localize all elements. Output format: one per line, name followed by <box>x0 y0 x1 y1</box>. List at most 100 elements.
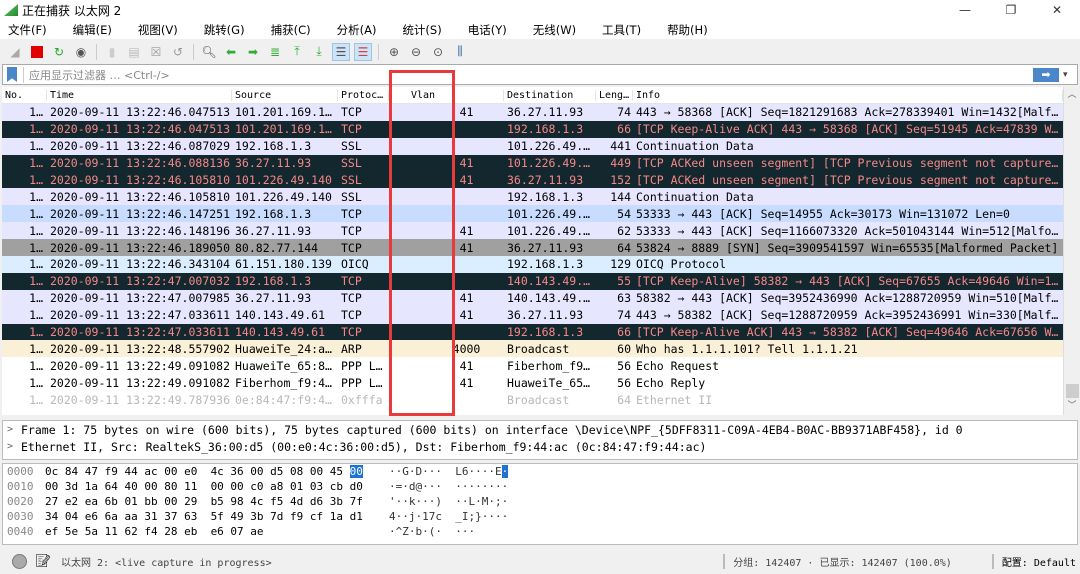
menu-analyze[interactable]: 分析(A) <box>337 22 377 38</box>
go-forward-icon[interactable]: ➡ <box>244 43 262 61</box>
zoom-out-icon[interactable]: ⊖ <box>407 43 425 61</box>
packet-row[interactable]: 1…2020-09-11 13:22:47.007032192.168.1.3T… <box>2 273 1063 290</box>
cell-protocol: OICQ <box>338 257 389 271</box>
hex-bytes[interactable]: 00 3d 1a 64 40 00 80 11 00 00 c0 a8 01 0… <box>41 480 389 493</box>
go-to-packet-icon[interactable]: ≣ <box>266 43 284 61</box>
packet-row[interactable]: 1…2020-09-11 13:22:48.557902HuaweiTe_24:… <box>2 340 1063 357</box>
packet-row[interactable]: 1…2020-09-11 13:22:46.34310461.151.180.1… <box>2 256 1063 273</box>
go-back-icon[interactable]: ⬅ <box>222 43 240 61</box>
expert-info-icon[interactable] <box>12 554 27 569</box>
packet-row[interactable]: 1…2020-09-11 13:22:49.7879360e:84:47:f9:… <box>2 391 1063 408</box>
column-header-destination[interactable]: Destination <box>504 90 596 101</box>
capture-comment-icon[interactable]: 📝︎ <box>35 554 49 568</box>
autoscroll-icon[interactable]: ☰ <box>332 43 350 61</box>
column-header-time[interactable]: Time <box>47 90 232 101</box>
menu-telephony[interactable]: 电话(Y) <box>468 22 507 38</box>
column-header-protocol[interactable]: Protocol <box>338 90 389 101</box>
hex-bytes[interactable]: 0c 84 47 f9 44 ac 00 e0 4c 36 00 d5 08 0… <box>41 465 389 478</box>
expand-caret-icon[interactable]: > <box>7 424 21 435</box>
packet-row[interactable]: 1…2020-09-11 13:22:47.033611140.143.49.6… <box>2 307 1063 324</box>
cell-info: Echo Reply <box>633 376 1063 390</box>
selected-ascii[interactable]: · <box>502 465 509 478</box>
menu-view[interactable]: 视图(V) <box>138 22 178 38</box>
menu-help[interactable]: 帮助(H) <box>667 22 708 38</box>
minimize-button[interactable]: — <box>942 0 988 20</box>
scroll-up-icon[interactable]: ︿ <box>1064 87 1080 104</box>
stop-capture-icon[interactable] <box>28 43 46 61</box>
restart-capture-icon[interactable]: ↻ <box>50 43 68 61</box>
packet-row[interactable]: 1…2020-09-11 13:22:46.047513101.201.169.… <box>2 104 1063 121</box>
capture-options-icon[interactable]: ◉ <box>72 43 90 61</box>
menu-tools[interactable]: 工具(T) <box>602 22 641 38</box>
profile-selector[interactable]: 配置: Default <box>992 554 1080 569</box>
packet-row[interactable]: 1…2020-09-11 13:22:46.147251192.168.1.3T… <box>2 205 1063 222</box>
resize-columns-icon[interactable]: ⫼ <box>451 43 469 61</box>
packet-details-pane: >Frame 1: 75 bytes on wire (600 bits), 7… <box>2 420 1078 460</box>
apply-filter-button[interactable]: ➡ <box>1033 68 1059 82</box>
packet-row[interactable]: 1…2020-09-11 13:22:46.105810101.226.49.1… <box>2 188 1063 205</box>
cell-length: 129 <box>596 257 633 271</box>
menu-file[interactable]: 文件(F) <box>8 22 47 38</box>
ascii-bytes[interactable]: ··G·D··· L6····E· <box>389 465 508 478</box>
packet-list-scrollbar[interactable]: ︿ ﹀ <box>1063 87 1080 415</box>
cell-destination: 36.27.11.93 <box>504 308 596 322</box>
cell-source: 36.27.11.93 <box>232 224 338 238</box>
display-filter-input[interactable]: 应用显示过滤器 … <Ctrl-/> <box>23 67 1033 83</box>
close-file-icon[interactable]: ☒ <box>147 43 165 61</box>
ascii-bytes[interactable]: '··k···) ··L·M·;· <box>389 495 508 508</box>
detail-ethernet[interactable]: >Ethernet II, Src: RealtekS_36:00:d5 (00… <box>3 438 1077 455</box>
hex-bytes[interactable]: 34 04 e6 6a aa 31 37 63 5f 49 3b 7d f9 c… <box>41 510 389 523</box>
filter-history-dropdown[interactable]: ▾ <box>1063 70 1077 80</box>
column-header-info[interactable]: Info <box>633 90 1063 101</box>
cell-time: 2020-09-11 13:22:47.007032 <box>47 274 232 288</box>
zoom-in-icon[interactable]: ⊕ <box>385 43 403 61</box>
packet-row[interactable]: 1…2020-09-11 13:22:47.00798536.27.11.93T… <box>2 290 1063 307</box>
packet-row[interactable]: 1…2020-09-11 13:22:46.08813636.27.11.93S… <box>2 155 1063 172</box>
scrollbar-thumb[interactable] <box>1066 384 1079 398</box>
menu-capture[interactable]: 捕获(C) <box>271 22 311 38</box>
column-header-length[interactable]: Length <box>596 90 633 101</box>
menu-wireless[interactable]: 无线(W) <box>533 22 576 38</box>
reload-file-icon[interactable]: ↺ <box>169 43 187 61</box>
shark-fin-start-icon[interactable]: ◢ <box>6 43 24 61</box>
packet-row[interactable]: 1…2020-09-11 13:22:47.033611140.143.49.6… <box>2 324 1063 341</box>
packet-row[interactable]: 1…2020-09-11 13:22:46.14819636.27.11.93T… <box>2 222 1063 239</box>
expand-caret-icon[interactable]: > <box>7 441 21 452</box>
packet-row[interactable]: 1…2020-09-11 13:22:46.047513101.201.169.… <box>2 121 1063 138</box>
ascii-bytes[interactable]: ·^Z·b·(· ··· <box>389 525 475 538</box>
detail-frame[interactable]: >Frame 1: 75 bytes on wire (600 bits), 7… <box>3 421 1077 438</box>
cell-destination: Fiberhom_f9… <box>504 359 596 373</box>
cell-source: 101.226.49.140 <box>232 173 338 187</box>
hex-bytes[interactable]: 27 e2 ea 6b 01 bb 00 29 b5 98 4c f5 4d d… <box>41 495 389 508</box>
first-packet-icon[interactable]: ⤒ <box>288 43 306 61</box>
menu-edit[interactable]: 编辑(E) <box>73 22 112 38</box>
bookmark-icon[interactable] <box>7 67 17 82</box>
find-packet-icon[interactable]: 🔍︎ <box>200 43 218 61</box>
column-header-no[interactable]: No. <box>2 90 47 101</box>
cell-source: Fiberhom_f9:4… <box>232 376 338 390</box>
ascii-bytes[interactable]: ·=·d@··· ········ <box>389 480 508 493</box>
save-file-icon[interactable]: ▤ <box>125 43 143 61</box>
scroll-down-icon[interactable]: ﹀ <box>1064 398 1080 415</box>
maximize-button[interactable]: ❐ <box>988 0 1034 20</box>
byte-offset: 0040 <box>3 525 41 538</box>
packet-row[interactable]: 1…2020-09-11 13:22:46.087029192.168.1.3S… <box>2 138 1063 155</box>
colorize-icon[interactable]: ☰ <box>354 43 372 61</box>
zoom-reset-icon[interactable]: ⊙ <box>429 43 447 61</box>
open-file-icon[interactable]: ▮ <box>103 43 121 61</box>
packet-row[interactable]: 1…2020-09-11 13:22:46.105810101.226.49.1… <box>2 172 1063 189</box>
ascii-bytes[interactable]: 4··j·17c _I;}···· <box>389 510 508 523</box>
column-header-source[interactable]: Source <box>232 90 338 101</box>
packet-row[interactable]: 1…2020-09-11 13:22:49.091082Fiberhom_f9:… <box>2 374 1063 391</box>
last-packet-icon[interactable]: ⤓ <box>310 43 328 61</box>
menu-statistics[interactable]: 统计(S) <box>402 22 441 38</box>
close-button[interactable]: ✕ <box>1034 0 1080 20</box>
hex-bytes[interactable]: ef 5e 5a 11 62 f4 28 eb e6 07 ae <box>41 525 389 538</box>
menu-go[interactable]: 跳转(G) <box>204 22 245 38</box>
window-title: 正在捕获 以太网 2 <box>22 2 121 19</box>
packet-row[interactable]: 1…2020-09-11 13:22:49.091082HuaweiTe_65:… <box>2 357 1063 374</box>
packet-row[interactable]: 1…2020-09-11 13:22:46.18905080.82.77.144… <box>2 239 1063 256</box>
cell-destination: 101.226.49.… <box>504 207 596 221</box>
selected-byte[interactable]: 00 <box>350 465 363 478</box>
column-header-vlan[interactable]: Vlan <box>389 90 504 101</box>
